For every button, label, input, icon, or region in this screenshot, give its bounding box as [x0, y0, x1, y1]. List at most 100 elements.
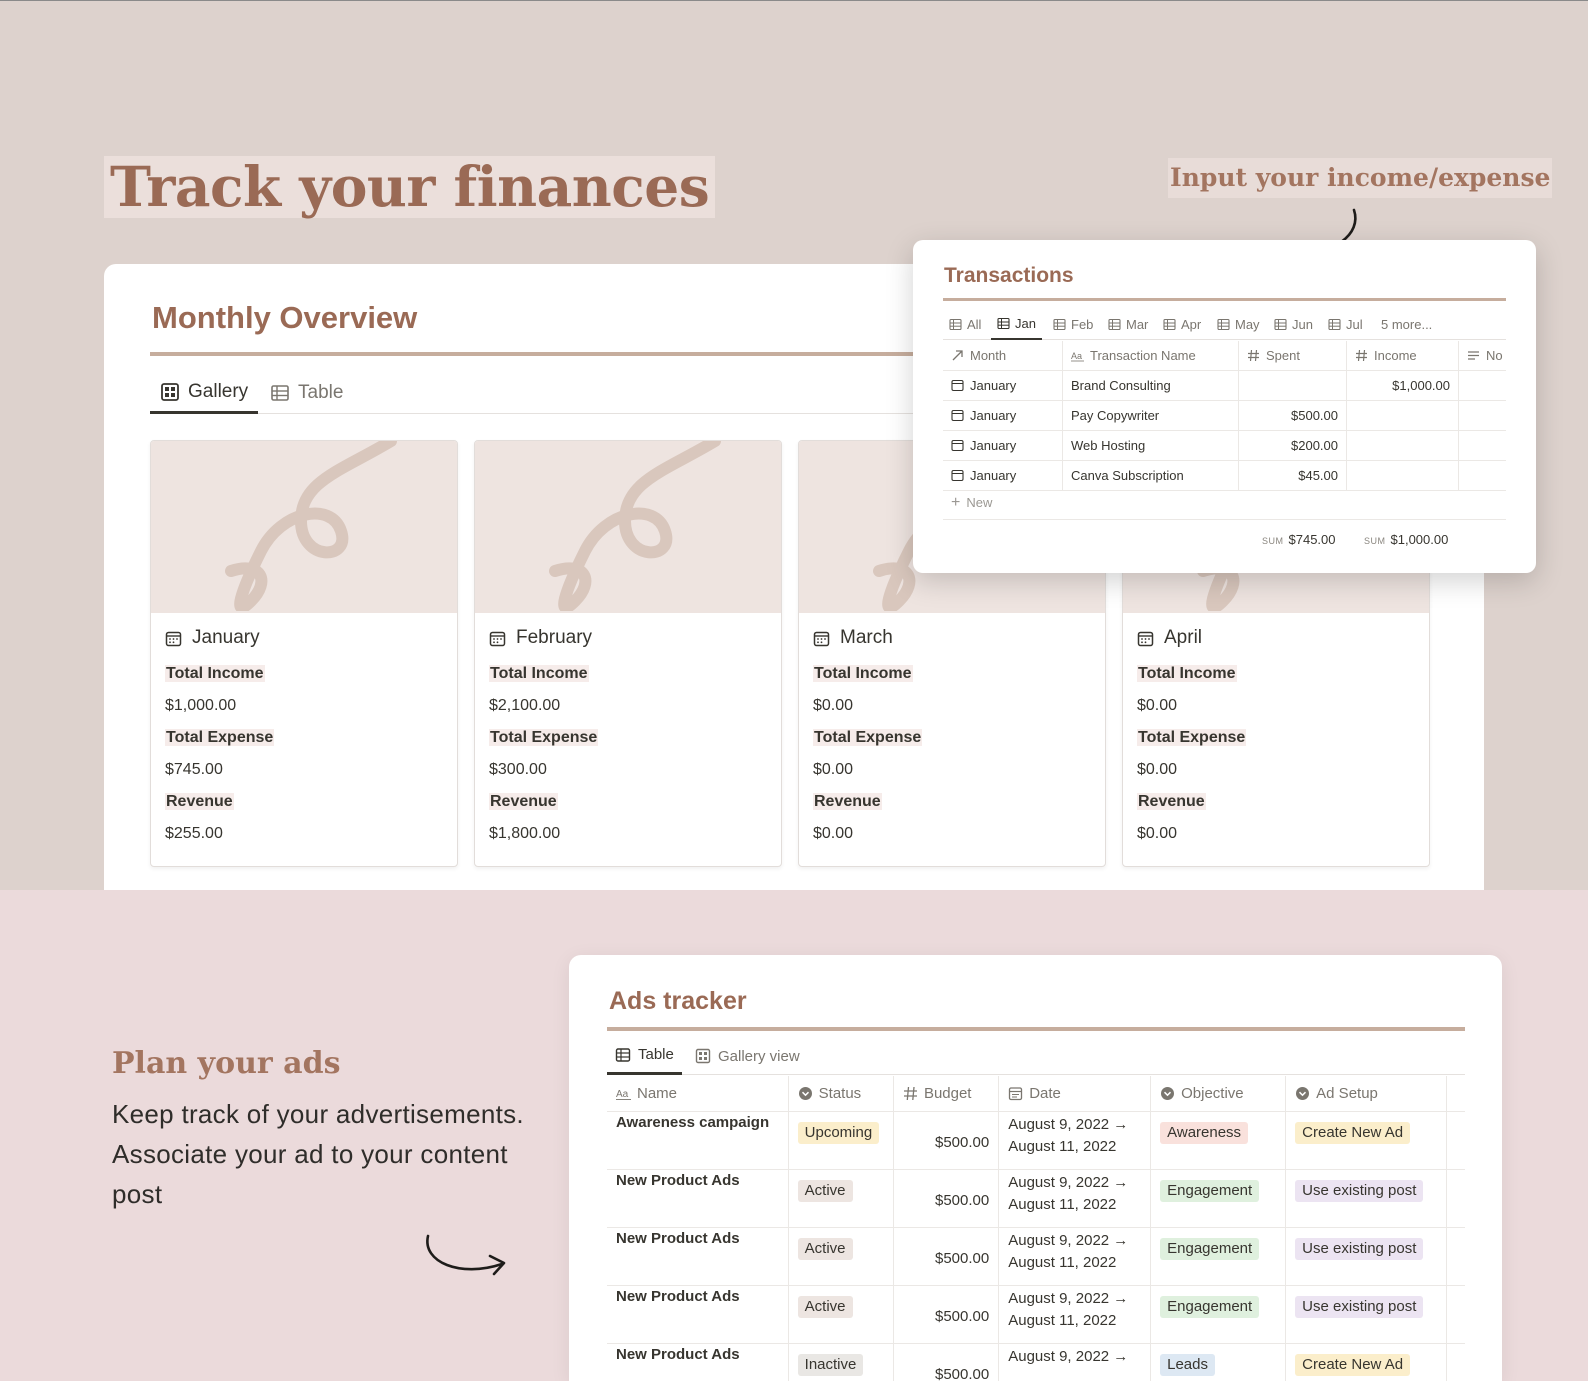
month-card-january[interactable]: January Total Income $1,000.00 Total Exp…	[150, 440, 458, 867]
ad-name-cell: New Product Ads	[607, 1344, 789, 1381]
objective-tag[interactable]: Leads	[1160, 1354, 1215, 1376]
column-header-spent[interactable]: Spent	[1239, 340, 1347, 371]
total-income-label: Total Income	[489, 665, 589, 682]
ad-setup-tag[interactable]: Use existing post	[1295, 1180, 1424, 1202]
squiggle-decoration	[549, 441, 721, 611]
table-icon	[1217, 318, 1230, 330]
tab-gallery[interactable]: Gallery	[150, 372, 259, 414]
transactions-month-tabs: All Jan Feb Mar Apr May Jun Jul 5 more..…	[943, 308, 1506, 340]
column-header-ad-setup[interactable]: Ad Setup	[1286, 1076, 1447, 1111]
date-start: August 9, 2022 →	[1008, 1290, 1129, 1307]
tab-table[interactable]: Table	[270, 372, 343, 414]
table-row[interactable]: New Product Ads Active $500.00 August 9, 20…	[607, 1228, 1465, 1286]
tab-apr[interactable]: Apr	[1163, 308, 1201, 340]
objective-tag[interactable]: Engagement	[1160, 1238, 1260, 1260]
table-row[interactable]: New Product Ads Active $500.00 August 9, 20…	[607, 1286, 1465, 1344]
tab-jun[interactable]: Jun	[1274, 308, 1313, 340]
calendar-page-icon	[951, 409, 964, 422]
status-tag[interactable]: Upcoming	[797, 1122, 880, 1144]
objective-tag[interactable]: Engagement	[1160, 1180, 1260, 1202]
table-row[interactable]: January Brand Consulting $1,000.00	[943, 370, 1506, 401]
transaction-name-cell: Pay Copywriter	[1063, 400, 1239, 431]
tab-feb[interactable]: Feb	[1053, 308, 1093, 340]
total-expense-value: $745.00	[165, 761, 223, 778]
table-header-row: Aa Name Status Budget Date Objective Ad S…	[607, 1076, 1465, 1112]
table-header-row: Month Aa Transaction Name Spent Income No	[943, 340, 1506, 371]
column-header-name[interactable]: Aa Name	[607, 1076, 789, 1111]
squiggle-decoration	[225, 441, 397, 611]
calendar-icon	[165, 631, 182, 646]
ad-setup-tag[interactable]: Create New Ad	[1295, 1354, 1411, 1376]
transaction-name-cell: Canva Subscription	[1063, 460, 1239, 491]
table-icon	[1108, 318, 1121, 330]
column-header-transaction-name[interactable]: Aa Transaction Name	[1063, 340, 1239, 371]
calendar-page-icon	[951, 469, 964, 482]
notes-cell	[1459, 461, 1506, 491]
ad-setup-tag[interactable]: Create New Ad	[1295, 1122, 1411, 1144]
table-row[interactable]: Awareness campaign Upcoming $500.00 August …	[607, 1112, 1465, 1170]
tab-label: Mar	[1126, 316, 1149, 332]
card-month-name: February	[516, 627, 593, 648]
calendar-page-icon	[951, 379, 964, 392]
objective-tag[interactable]: Engagement	[1160, 1296, 1260, 1318]
column-label: Budget	[923, 1085, 972, 1102]
text-property-icon: Aa	[1071, 351, 1084, 362]
card-cover-image	[475, 441, 781, 613]
status-tag[interactable]: Active	[797, 1180, 853, 1202]
column-header-income[interactable]: Income	[1347, 340, 1459, 371]
table-icon	[1163, 318, 1176, 330]
new-row-button[interactable]: + New	[951, 495, 992, 511]
total-expense-label: Total Expense	[489, 729, 599, 746]
more-tabs-button[interactable]: 5 more...	[1381, 308, 1432, 340]
column-header-objective[interactable]: Objective	[1151, 1076, 1287, 1111]
sum-divider	[943, 519, 1506, 520]
plan-ads-description: Keep track of your advertisements. Assoc…	[112, 1099, 524, 1209]
tab-jul[interactable]: Jul	[1328, 308, 1363, 340]
status-tag[interactable]: Active	[797, 1238, 853, 1260]
column-header-date[interactable]: Date	[999, 1076, 1152, 1111]
calendar-icon	[489, 631, 506, 646]
table-row[interactable]: January Pay Copywriter $500.00	[943, 400, 1506, 431]
ads-view-tabs: Table Gallery view	[607, 1037, 1465, 1075]
month-card-february[interactable]: February Total Income $2,100.00 Total Ex…	[474, 440, 782, 867]
select-chevron-icon	[798, 1087, 812, 1100]
objective-tag[interactable]: Awareness	[1160, 1122, 1249, 1144]
revenue-value: $0.00	[1137, 825, 1178, 842]
tab-table[interactable]: Table	[607, 1037, 682, 1075]
tab-jan[interactable]: Jan	[991, 308, 1042, 340]
status-tag[interactable]: Inactive	[797, 1354, 864, 1376]
table-row[interactable]: January Web Hosting $200.00	[943, 430, 1506, 461]
tab-mar[interactable]: Mar	[1108, 308, 1148, 340]
table-icon	[949, 318, 962, 330]
column-label: Objective	[1181, 1085, 1244, 1102]
sum-label: SUM	[1262, 536, 1284, 546]
table-row[interactable]: January Canva Subscription $45.00	[943, 460, 1506, 491]
column-header-status[interactable]: Status	[789, 1076, 894, 1111]
calendar-icon	[1009, 1087, 1023, 1101]
text-lines-icon	[1468, 351, 1479, 360]
date-cell: August 9, 2022 → August 11, 2022	[999, 1170, 1152, 1227]
table-row[interactable]: New Product Ads Inactive $500.00 August 9, …	[607, 1344, 1465, 1381]
column-label: Status	[818, 1085, 862, 1102]
calendar-page-icon	[951, 439, 964, 452]
column-header-month[interactable]: Month	[943, 340, 1063, 371]
ad-setup-tag[interactable]: Use existing post	[1295, 1238, 1424, 1260]
tab-all[interactable]: All	[949, 308, 981, 340]
ad-setup-tag[interactable]: Use existing post	[1295, 1296, 1424, 1318]
column-label: Month	[970, 348, 1007, 363]
month-cell: January	[970, 468, 1017, 483]
status-tag[interactable]: Active	[797, 1296, 853, 1318]
ads-tracker-title: Ads tracker	[609, 987, 747, 1015]
sum-spent: SUM $745.00	[1262, 532, 1336, 547]
text-property-icon: Aa	[616, 1089, 631, 1100]
tab-gallery-view[interactable]: Gallery view	[695, 1037, 800, 1075]
card-cover-image	[151, 441, 457, 613]
column-header-notes[interactable]: No	[1459, 341, 1506, 371]
monthly-overview-title: Monthly Overview	[152, 300, 418, 335]
tab-may[interactable]: May	[1217, 308, 1260, 340]
date-cell: August 9, 2022 → August 11, 2022	[999, 1112, 1152, 1169]
table-row[interactable]: New Product Ads Active $500.00 August 9, 20…	[607, 1170, 1465, 1228]
column-header-budget[interactable]: Budget	[894, 1076, 1000, 1111]
budget-cell: $500.00	[894, 1344, 1000, 1381]
revenue-value: $0.00	[813, 825, 854, 842]
